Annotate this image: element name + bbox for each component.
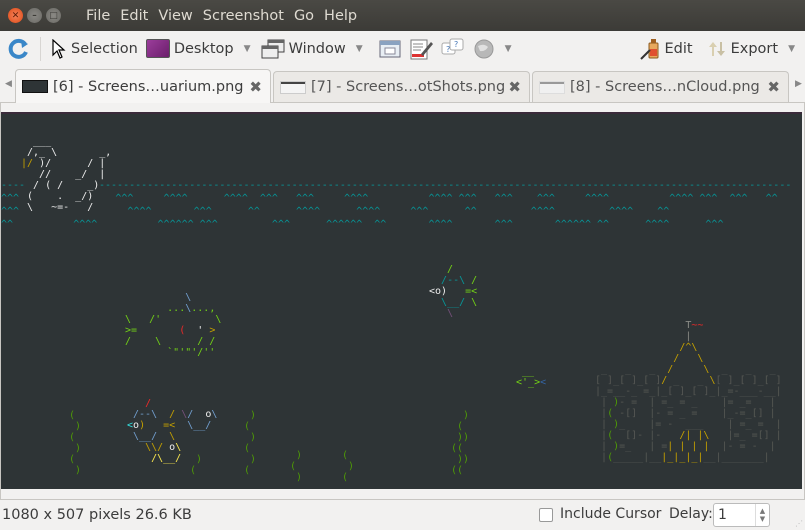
seaweed-2: ) ( ) ( ) ( <box>244 410 257 476</box>
tab-label: [7] - Screens…otShots.png <box>311 79 506 95</box>
wave-row-1: ^^^ ^^^ ^^^^ ^^^^ ^^^ ^^^ ^^^^ ^^^^ ^^^ … <box>1 193 778 204</box>
include-cursor-checkbox[interactable] <box>539 508 553 522</box>
svg-text:?: ? <box>446 45 450 54</box>
seaweed-6: ) ( )) (( )) (( <box>451 410 470 476</box>
delay-spinbox[interactable]: 1 ▲ ▼ <box>713 503 770 527</box>
menu-view[interactable]: View <box>153 8 197 24</box>
selection-label: Selection <box>71 40 138 57</box>
upload-button[interactable] <box>469 34 499 64</box>
small-fish-art: / /--\ / <o) =< \__/ \ \ <box>429 264 478 319</box>
annotate-button[interactable] <box>405 34 437 64</box>
globe-icon <box>474 39 494 58</box>
paint-brush-icon <box>639 38 659 60</box>
seaweed-4: ) ( ) <box>290 450 303 483</box>
include-cursor-label: Include Cursor <box>560 506 662 522</box>
desktop-dropdown-arrow[interactable]: ▼ <box>244 44 251 54</box>
delay-label: Delay: <box>669 506 713 522</box>
tab-scroll-right[interactable]: ▶ <box>795 79 802 89</box>
water-line: ----------------------------------------… <box>99 180 792 191</box>
edit-label: Edit <box>664 40 693 57</box>
window-button[interactable]: Window <box>257 34 350 64</box>
tab-thumbnail <box>280 80 306 94</box>
close-window-button[interactable]: ✕ <box>8 8 23 23</box>
question-bubbles-icon: ?? <box>441 38 464 54</box>
minimize-window-button[interactable]: – <box>27 8 42 23</box>
tab-thumbnail <box>22 80 48 93</box>
spin-up-icon[interactable]: ▲ <box>760 507 765 515</box>
svg-text:?: ? <box>454 40 458 49</box>
tab-bar: ◀ [6] - Screens…uarium.png ✖ [7] - Scree… <box>0 68 805 103</box>
open-window-button[interactable] <box>375 34 405 64</box>
window-label: Window <box>288 40 346 57</box>
close-tab-icon[interactable]: ✖ <box>508 78 521 96</box>
screenshot-preview[interactable]: ___ /,_ \ _, |/ )/ / | // _/ | / ( / _) … <box>1 112 802 489</box>
spin-down-icon[interactable]: ▼ <box>760 515 765 523</box>
export-dropdown-arrow[interactable]: ▼ <box>788 44 795 54</box>
wave-row-2: ^^^ ^^^^ ^^^ ^^ ^^^^ ^^^^ ^^^ ^^ ^^^^ ^^… <box>1 206 670 217</box>
tab-label: [8] - Screens…nCloud.png <box>570 79 760 95</box>
menu-help[interactable]: Help <box>319 8 362 24</box>
upload-dropdown-arrow[interactable]: ▼ <box>505 44 512 54</box>
window-icon <box>261 39 285 58</box>
tab-label: [6] - Screens…uarium.png <box>53 78 244 95</box>
tab-hotshots[interactable]: [7] - Screens…otShots.png ✖ <box>273 71 530 102</box>
spin-arrows[interactable]: ▲ ▼ <box>755 504 769 526</box>
tab-aquarium[interactable]: [6] - Screens…uarium.png ✖ <box>15 69 271 103</box>
desktop-button[interactable]: Desktop <box>142 34 238 64</box>
castle-art: T~~ | /^\ / \ _ _ _ / \ _ _ _ [ ]_[ ]_[ … <box>595 320 782 463</box>
maximize-window-button[interactable]: □ <box>46 8 61 23</box>
edit-document-icon <box>410 39 433 59</box>
big-fish-art: \ ...\..., \ /' \ >= ( ' > / \ / / `"'"'… <box>125 292 222 358</box>
close-icon: ✕ <box>11 10 20 21</box>
fish-group-art: / /--\ / \/ o\ <o) =< \__/ \__/ \ \\/ o\… <box>127 398 218 464</box>
menu-screenshot[interactable]: Screenshot <box>198 8 289 24</box>
tab-thumbnail <box>539 80 565 94</box>
menu-go[interactable]: Go <box>289 8 319 24</box>
refresh-button[interactable] <box>4 34 34 64</box>
refresh-icon <box>8 38 28 59</box>
selection-button[interactable]: Selection <box>47 34 142 64</box>
close-tab-icon[interactable]: ✖ <box>249 78 262 96</box>
tab-scroll-left[interactable]: ◀ <box>5 79 12 89</box>
seaweed-3: ) ( <box>190 454 203 476</box>
menu-file[interactable]: File <box>81 8 115 24</box>
image-info: 1080 x 507 pixels 26.6 KB <box>2 507 192 523</box>
help-bubbles-button[interactable]: ?? <box>437 34 469 64</box>
menu-bar: File Edit View Screenshot Go Help <box>81 8 362 24</box>
toolbar: Selection Desktop ▼ Window ▼ ?? ▼ Edit E… <box>0 31 805 66</box>
window-dropdown-arrow[interactable]: ▼ <box>356 44 363 54</box>
tab-owncloud[interactable]: [8] - Screens…nCloud.png ✖ <box>532 71 789 102</box>
close-tab-icon[interactable]: ✖ <box>767 78 780 96</box>
delay-value[interactable]: 1 <box>718 507 755 523</box>
seaweed-5: ( ) ( <box>342 450 355 483</box>
window-frame-icon <box>379 40 401 57</box>
edit-button[interactable]: Edit <box>635 34 697 64</box>
menu-edit[interactable]: Edit <box>115 8 153 24</box>
maximize-icon: □ <box>49 10 58 21</box>
title-bar: ✕ – □ File Edit View Screenshot Go Help <box>0 0 805 31</box>
export-arrows-icon <box>708 41 725 56</box>
cursor-arrow-icon <box>52 38 66 59</box>
resize-grip-icon[interactable]: ⋰ <box>795 519 803 528</box>
export-button[interactable]: Export <box>703 34 782 64</box>
seaweed-1: ( ) ( ) ( ) <box>69 410 82 476</box>
desktop-icon <box>145 39 170 58</box>
wave-row-3: ^^ ^^^^ ^^^^^^ ^^^ ^^^ ^^^^^^ ^^ ^^^^ ^^… <box>1 219 724 230</box>
tiny-fish-art: __ <'_>< <box>516 366 547 388</box>
toolbar-separator <box>40 36 41 61</box>
minimize-icon: – <box>32 10 37 21</box>
desktop-label: Desktop <box>173 40 234 57</box>
export-label: Export <box>730 40 779 57</box>
